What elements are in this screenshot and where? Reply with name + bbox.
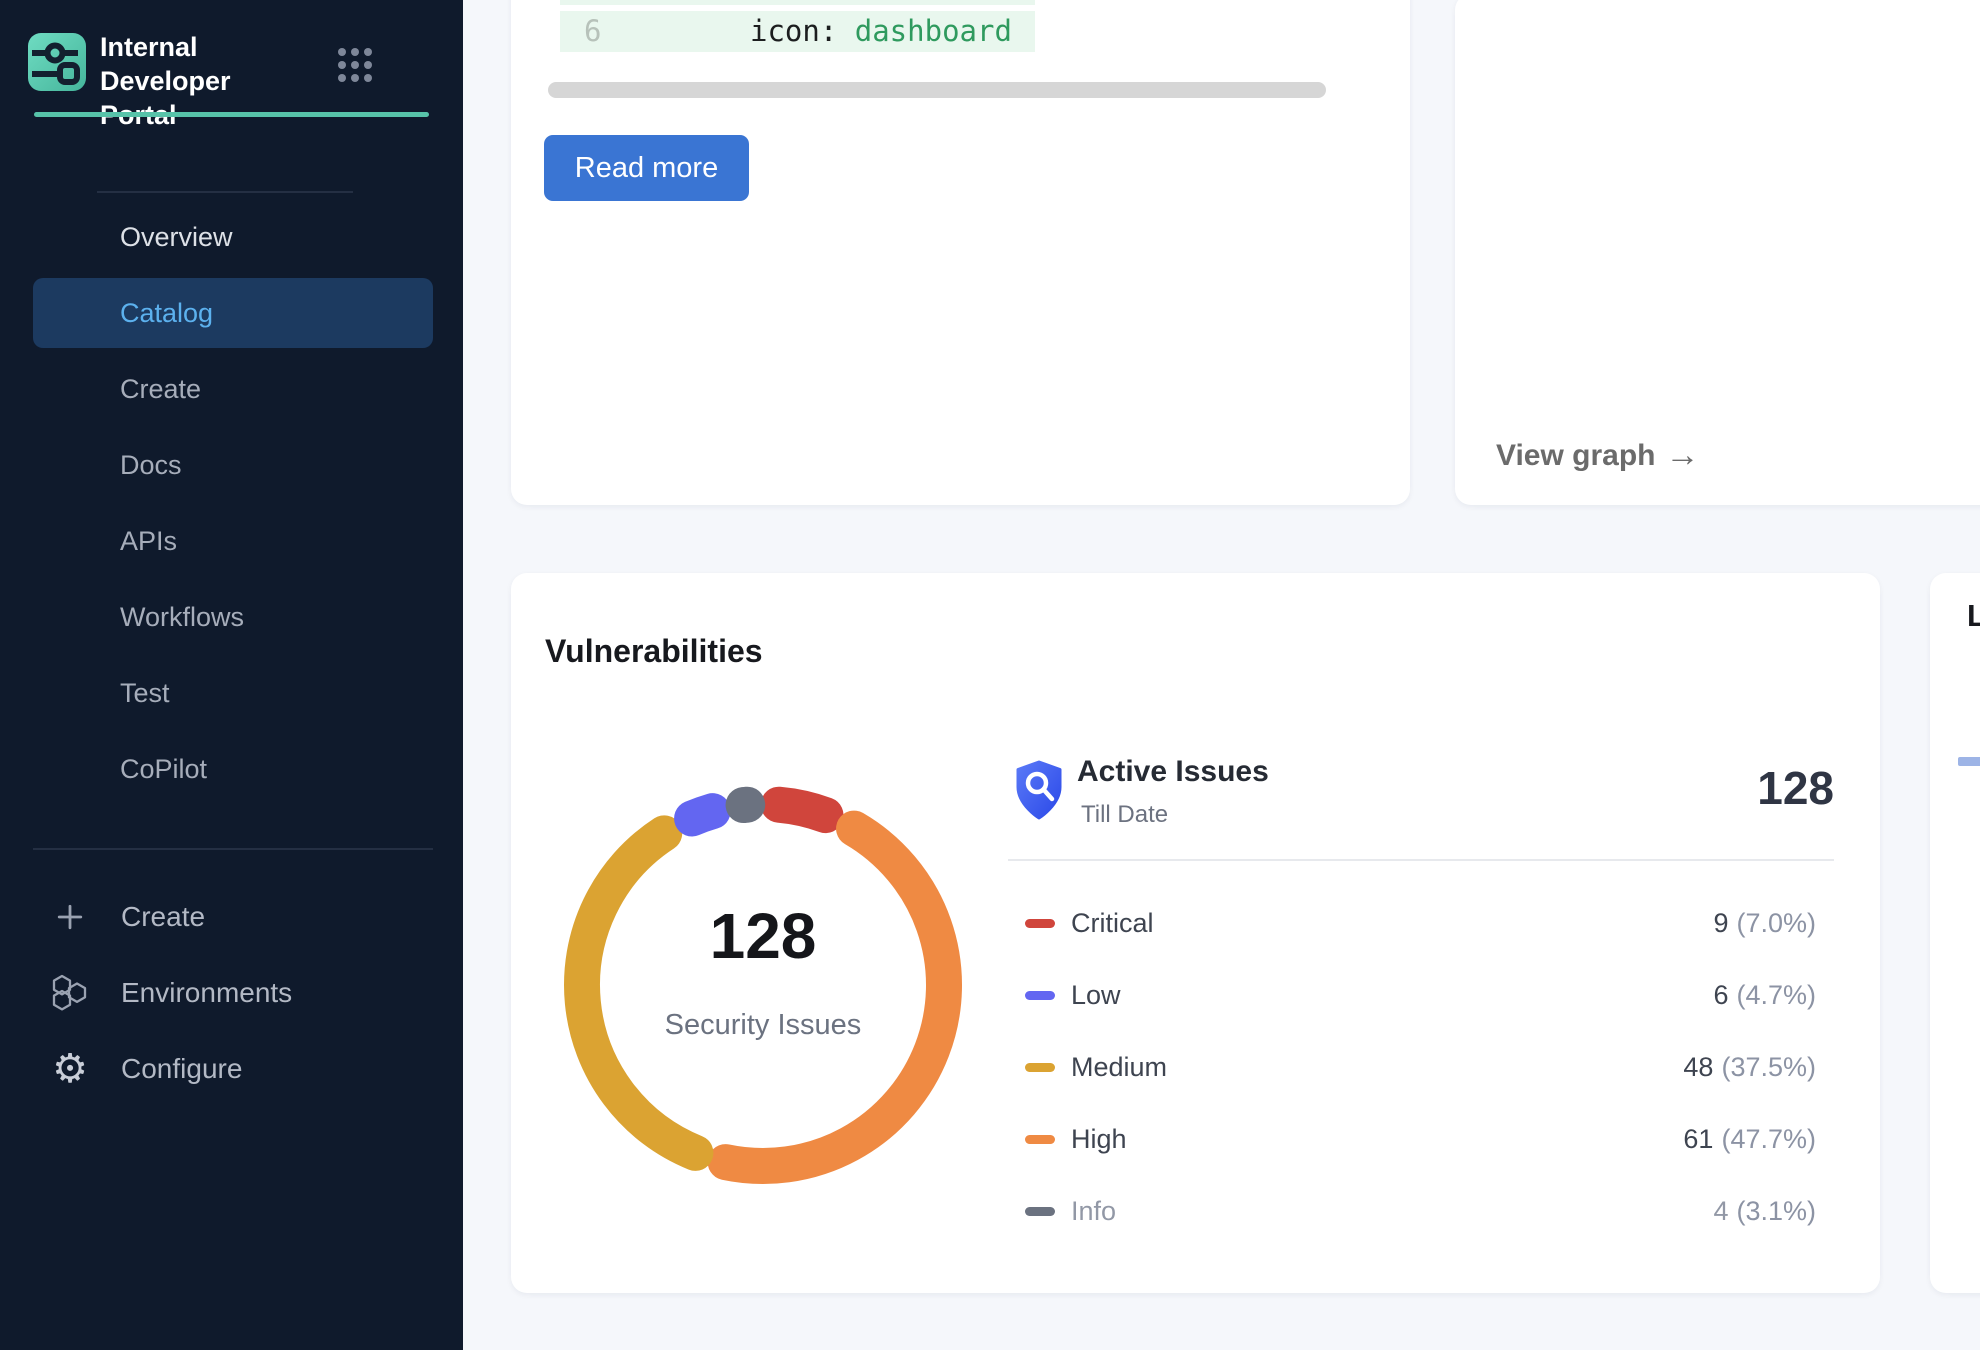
clipped-right-card: L [1930,573,1980,1293]
sidebar-item-label: Workflows [120,602,244,633]
code-value: dashboard [855,14,1012,48]
legend-value: 4 [1713,1196,1728,1227]
active-issues-summary: Active Issues Till Date 128 [1008,743,1834,863]
sidebar-item-label: APIs [120,526,177,557]
sidebar-item-create[interactable]: Create [33,354,433,424]
sidebar-divider-bottom [33,848,433,850]
arrow-right-icon: → [1666,436,1700,475]
donut-segment-high[interactable] [726,829,944,1166]
legend-label: Medium [1071,1052,1683,1083]
legend-percent: (7.0%) [1736,908,1816,939]
code-line-6: 6 icon: dashboard [560,11,1035,52]
sidebar-accent-rule [34,112,429,117]
legend-percent: (3.1%) [1736,1196,1816,1227]
apps-grid-icon[interactable] [337,47,373,83]
legend-label: Critical [1071,908,1713,939]
sidebar-item-label: Environments [121,977,292,1009]
graph-card: View graph → [1455,0,1980,505]
clipped-card-title: L [1967,598,1980,634]
sidebar-item-catalog[interactable]: Catalog [33,278,433,348]
summary-title: Active Issues [1077,755,1269,789]
sidebar-divider-top [97,191,353,193]
severity-legend: Critical 9 (7.0%) Low 6 (4.7%) Medium 48… [1008,887,1834,1247]
legend-row-info[interactable]: Info 4 (3.1%) [1008,1175,1834,1247]
donut-segment-critical[interactable] [779,805,826,815]
plus-icon [49,896,91,938]
legend-row-high[interactable]: High 61 (47.7%) [1008,1103,1834,1175]
code-horizontal-scrollbar[interactable] [548,82,1326,98]
summary-total: 128 [1757,761,1834,815]
app-header: Internal Developer Portal [28,33,438,103]
sidebar-bottom-nav: Create Environments ⚙ Configure [33,884,433,1112]
about-card: 6 icon: dashboard Read more [511,0,1410,505]
low-color-pill [1025,991,1055,1000]
sidebar-nav: Overview Catalog Create Docs APIs Workfl… [33,202,433,810]
legend-value: 61 [1683,1124,1713,1155]
legend-value: 6 [1713,980,1728,1011]
legend-value: 48 [1683,1052,1713,1083]
sidebar-item-test[interactable]: Test [33,658,433,728]
view-graph-label: View graph [1496,439,1656,473]
high-color-pill [1025,1135,1055,1144]
sidebar-item-label: Create [121,901,205,933]
sidebar-item-label: Catalog [120,298,213,329]
hexagons-icon [49,972,91,1014]
sidebar-item-docs[interactable]: Docs [33,430,433,500]
view-graph-link[interactable]: View graph → [1496,436,1700,475]
sidebar-item-label: Overview [120,222,233,253]
legend-percent: (4.7%) [1736,980,1816,1011]
sidebar-item-label: Docs [120,450,182,481]
sidebar: Internal Developer Portal Overview Catal… [0,0,463,1350]
gear-icon: ⚙ [49,1048,91,1090]
sidebar-item-label: Create [120,374,201,405]
legend-percent: (37.5%) [1721,1052,1816,1083]
legend-percent: (47.7%) [1721,1124,1816,1155]
critical-color-pill [1025,919,1055,928]
vulnerabilities-card: Vulnerabilities 128 Security Issues Acti… [511,573,1880,1293]
read-more-button[interactable]: Read more [544,135,749,201]
legend-label: Low [1071,980,1713,1011]
sidebar-item-environments[interactable]: Environments [33,960,433,1026]
code-line-number: 6 [584,11,601,52]
security-donut[interactable] [551,773,975,1197]
sidebar-item-configure[interactable]: ⚙ Configure [33,1036,433,1102]
sidebar-item-overview[interactable]: Overview [33,202,433,272]
clipped-bar-chart-segment [1958,757,1980,766]
legend-label: High [1071,1124,1683,1155]
sidebar-item-workflows[interactable]: Workflows [33,582,433,652]
legend-value: 9 [1713,908,1728,939]
legend-label: Info [1071,1196,1713,1227]
sidebar-item-label: Test [120,678,170,709]
code-line-5-partial [560,0,1035,5]
sidebar-item-copilot[interactable]: CoPilot [33,734,433,804]
legend-row-medium[interactable]: Medium 48 (37.5%) [1008,1031,1834,1103]
code-text: icon: dashboard [750,11,1012,52]
summary-divider [1008,859,1834,861]
sidebar-item-apis[interactable]: APIs [33,506,433,576]
sidebar-item-create-action[interactable]: Create [33,884,433,950]
medium-color-pill [1025,1063,1055,1072]
sidebar-item-label: Configure [121,1053,242,1085]
sidebar-item-label: CoPilot [120,754,207,785]
donut-segment-medium[interactable] [582,833,695,1153]
donut-segment-low[interactable] [692,811,713,818]
legend-row-critical[interactable]: Critical 9 (7.0%) [1008,887,1834,959]
shield-search-icon [1013,760,1065,822]
info-color-pill [1025,1207,1055,1216]
legend-row-low[interactable]: Low 6 (4.7%) [1008,959,1834,1031]
vulnerabilities-title: Vulnerabilities [545,633,763,670]
app-logo-icon [28,33,86,91]
summary-subtitle: Till Date [1081,801,1168,829]
